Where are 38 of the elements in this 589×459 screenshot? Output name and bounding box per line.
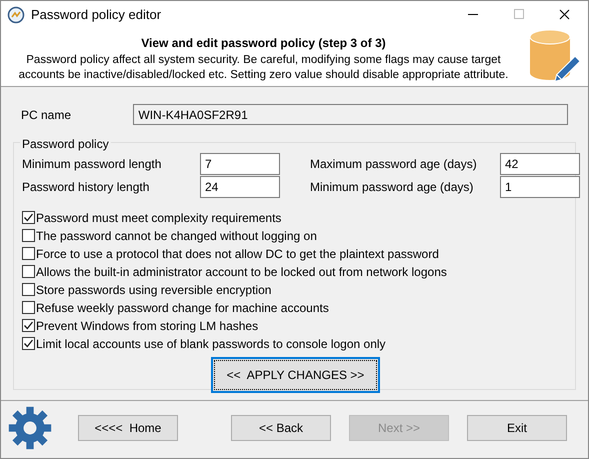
check-icon xyxy=(23,338,34,349)
checkbox[interactable] xyxy=(22,247,35,260)
field-label: PC name xyxy=(21,106,72,124)
window-title: Password policy editor xyxy=(31,6,162,24)
checkbox[interactable] xyxy=(22,301,35,314)
input-field[interactable]: 1 xyxy=(500,176,580,198)
option-label: Store passwords using reversible encryption xyxy=(36,282,272,298)
app-icon xyxy=(7,6,25,24)
input-field[interactable]: 7 xyxy=(200,153,280,175)
check-icon xyxy=(23,212,34,223)
checkbox[interactable] xyxy=(22,319,35,332)
field-label: Minimum password age (days) xyxy=(310,179,474,196)
header-description: Password policy affect all system security. Be careful, modifying some flags may cause target accounts be inactive/disabled/locked etc. Setting zero value should disable appropriate attribute. xyxy=(18,52,510,82)
pc-name-field: WIN-K4HA0SF2R91 xyxy=(133,104,568,125)
gear-icon xyxy=(7,405,53,451)
checkbox[interactable] xyxy=(22,211,35,224)
option-label: Prevent Windows from storing LM hashes xyxy=(36,318,258,334)
field-label: Maximum password age (days) xyxy=(310,156,478,173)
input-field[interactable]: 24 xyxy=(200,176,280,198)
option-label: Refuse weekly password change for machine accounts xyxy=(36,300,329,316)
input-field[interactable]: 42 xyxy=(500,153,580,175)
checkbox[interactable] xyxy=(22,229,35,242)
checkbox[interactable] xyxy=(22,265,35,278)
check-icon xyxy=(23,320,34,331)
option-label: Password must meet complexity requirements xyxy=(36,210,282,226)
nav-button[interactable]: Exit xyxy=(467,415,567,441)
checkbox[interactable] xyxy=(22,337,35,350)
option-label: The password cannot be changed without logging on xyxy=(36,228,317,244)
field-label: Minimum password length xyxy=(22,156,162,173)
apply-changes-button[interactable]: << APPLY CHANGES >> xyxy=(211,357,380,393)
nav-button[interactable]: << Back xyxy=(231,415,331,441)
option-label: Limit local accounts use of blank passwords to console logon only xyxy=(36,336,386,352)
checkbox[interactable] xyxy=(22,283,35,296)
nav-button[interactable]: <<<< Home xyxy=(78,415,178,441)
header-title: View and edit password policy (step 3 of 3) xyxy=(141,34,386,52)
option-label: Force to use a protocol that does not allow DC to get the plaintext password xyxy=(36,246,439,262)
option-label: Allows the built-in administrator account to be locked out from network logons xyxy=(36,264,447,280)
field-label: Password history length xyxy=(22,179,150,196)
